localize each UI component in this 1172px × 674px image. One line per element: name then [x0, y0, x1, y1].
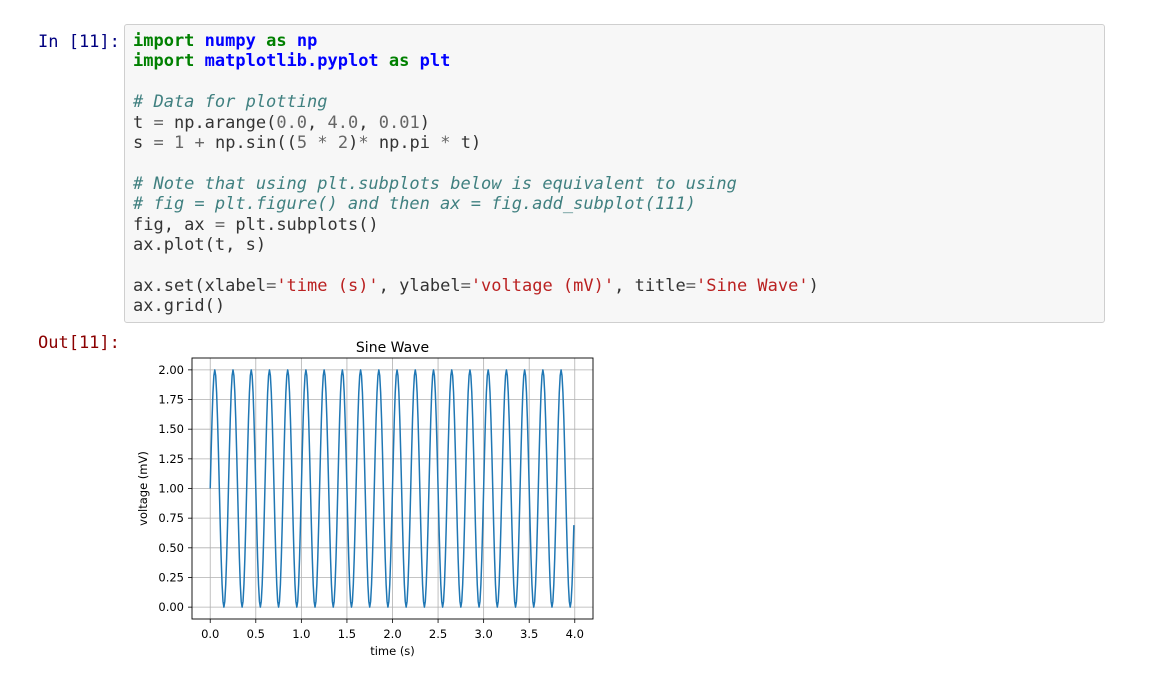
code-token: 5 [296, 132, 308, 153]
code-token: ax.plot(t, s) [133, 234, 267, 255]
chart-title: Sine Wave [356, 340, 429, 356]
code-token: = [266, 275, 277, 296]
code-token: ) [808, 275, 819, 296]
y-tick-label: 0.25 [158, 570, 184, 584]
x-tick-label: 3.5 [520, 627, 538, 641]
code-token: np.pi [368, 132, 441, 153]
code-token: , title [614, 275, 686, 296]
code-token: as [388, 51, 410, 72]
code-token: 'voltage (mV)' [470, 275, 615, 296]
code-token: t [133, 112, 154, 133]
code-token: = [685, 275, 697, 296]
sine-wave-chart: 0.0 0.5 1.0 1.5 2.0 2.5 3.0 3.5 4.0 0.00 0.25 0.50 0… [136, 340, 594, 658]
code-token: , [307, 112, 328, 133]
y-tick-label: 1.50 [158, 422, 184, 436]
y-tick-label: 0.75 [158, 511, 184, 525]
code-token: = [214, 214, 226, 235]
y-tick-label: 0.50 [158, 541, 184, 555]
code-editor[interactable]: import numpy as np import matplotlib.pypl… [124, 24, 1105, 323]
code-token: import [133, 31, 195, 51]
code-token: = [460, 275, 471, 296]
code-token: 'Sine Wave' [696, 275, 809, 296]
code-line: # Data for plotting [133, 92, 819, 112]
code-token: s [133, 132, 154, 153]
code-line: # fig = plt.figure() and then ax = fig.a… [133, 194, 819, 214]
code-token: 1 [173, 132, 185, 153]
code-token: = [153, 132, 164, 153]
code-block[interactable]: import numpy as np import matplotlib.pypl… [133, 31, 819, 316]
code-token: , ylabel [378, 275, 461, 296]
code-token: numpy [204, 31, 256, 51]
x-tick-label: 4.0 [566, 627, 584, 641]
code-line: t = np.arange(0.0, 4.0, 0.01) [133, 113, 819, 133]
code-token: 0.0 [276, 112, 308, 133]
x-tick-label: 0.5 [247, 627, 265, 641]
code-token: ax.set(xlabel [133, 275, 267, 296]
code-token: plt [419, 51, 451, 72]
code-token: np.arange( [163, 112, 277, 133]
x-tick-label: 2.5 [429, 627, 447, 641]
x-tick-label: 1.5 [338, 627, 356, 641]
code-token: 'time (s)' [276, 275, 379, 296]
code-token: * [317, 132, 328, 153]
code-token: # Note that using plt.subplots below is … [133, 173, 737, 194]
code-token: import [133, 51, 195, 72]
code-token: + [194, 132, 205, 153]
output-prompt: Out[11]: [38, 333, 120, 353]
code-line: import numpy as np [133, 31, 819, 51]
code-token: ax.grid() [133, 296, 226, 317]
code-token: np [296, 31, 318, 51]
x-tick-label: 1.0 [292, 627, 310, 641]
code-line: s = 1 + np.sin((5 * 2)* np.pi * t) [133, 133, 819, 153]
x-tick-label: 3.0 [474, 627, 492, 641]
code-token: t) [450, 132, 482, 153]
code-line: fig, ax = plt.subplots() [133, 215, 819, 235]
code-token: plt.subplots() [225, 214, 379, 235]
code-token: matplotlib.pyplot [204, 51, 379, 72]
y-axis-label: voltage (mV) [136, 451, 150, 526]
y-tick-label: 1.25 [158, 452, 184, 466]
code-token: * [358, 132, 369, 153]
x-axis-label: time (s) [370, 644, 415, 658]
code-token: ) [419, 112, 430, 133]
output-figure: 0.0 0.5 1.0 1.5 2.0 2.5 3.0 3.5 4.0 0.00 0.25 0.50 0… [130, 330, 600, 669]
code-line: ax.plot(t, s) [133, 235, 819, 255]
y-tick-label: 1.75 [158, 393, 184, 407]
code-token: ) [348, 132, 359, 153]
x-tick-label: 0.0 [201, 627, 219, 641]
code-token: fig, ax [133, 214, 215, 235]
x-tick-label: 2.0 [383, 627, 401, 641]
y-tick-label: 2.00 [158, 363, 184, 377]
code-token: = [153, 112, 164, 133]
code-token: # Data for plotting [133, 92, 328, 113]
code-token: # fig = plt.figure() and then ax = fig.a… [133, 194, 696, 215]
input-prompt: In [11]: [38, 32, 120, 52]
y-tick-label: 1.00 [158, 482, 184, 496]
code-token: * [440, 132, 451, 153]
code-line: import matplotlib.pyplot as plt [133, 51, 819, 71]
code-line: ax.grid() [133, 296, 819, 316]
code-token: np.sin(( [204, 132, 297, 153]
code-token: 0.01 [378, 112, 420, 133]
code-line: # Note that using plt.subplots below is … [133, 174, 819, 194]
y-tick-label: 0.00 [158, 600, 184, 614]
code-token: 4.0 [327, 112, 359, 133]
code-token: 2 [337, 132, 349, 153]
code-line: ax.set(xlabel='time (s)', ylabel='voltag… [133, 276, 819, 296]
code-token: , [358, 112, 379, 133]
code-token: as [266, 31, 287, 51]
